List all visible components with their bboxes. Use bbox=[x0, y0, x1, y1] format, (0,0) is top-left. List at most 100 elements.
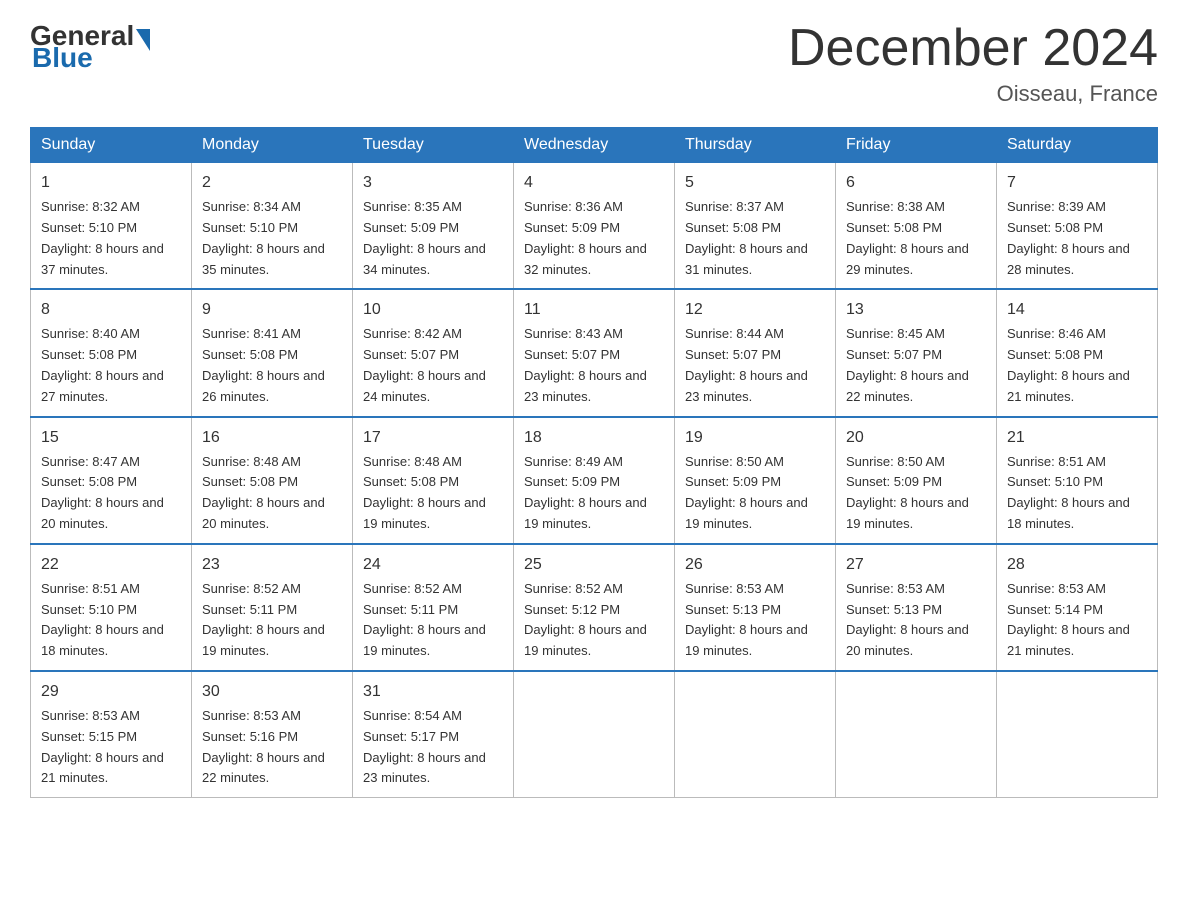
day-number: 7 bbox=[1007, 171, 1147, 195]
day-info: Sunrise: 8:49 AMSunset: 5:09 PMDaylight:… bbox=[524, 452, 664, 535]
day-info: Sunrise: 8:46 AMSunset: 5:08 PMDaylight:… bbox=[1007, 324, 1147, 407]
day-info: Sunrise: 8:50 AMSunset: 5:09 PMDaylight:… bbox=[846, 452, 986, 535]
day-number: 21 bbox=[1007, 426, 1147, 450]
calendar-cell: 10Sunrise: 8:42 AMSunset: 5:07 PMDayligh… bbox=[353, 289, 514, 416]
day-info: Sunrise: 8:41 AMSunset: 5:08 PMDaylight:… bbox=[202, 324, 342, 407]
day-info: Sunrise: 8:53 AMSunset: 5:14 PMDaylight:… bbox=[1007, 579, 1147, 662]
day-info: Sunrise: 8:52 AMSunset: 5:12 PMDaylight:… bbox=[524, 579, 664, 662]
day-info: Sunrise: 8:53 AMSunset: 5:13 PMDaylight:… bbox=[846, 579, 986, 662]
calendar-cell: 2Sunrise: 8:34 AMSunset: 5:10 PMDaylight… bbox=[192, 163, 353, 290]
calendar-cell: 13Sunrise: 8:45 AMSunset: 5:07 PMDayligh… bbox=[836, 289, 997, 416]
day-number: 3 bbox=[363, 171, 503, 195]
calendar-cell: 31Sunrise: 8:54 AMSunset: 5:17 PMDayligh… bbox=[353, 671, 514, 798]
day-number: 28 bbox=[1007, 553, 1147, 577]
location-subtitle: Oisseau, France bbox=[788, 81, 1158, 107]
calendar-cell: 29Sunrise: 8:53 AMSunset: 5:15 PMDayligh… bbox=[31, 671, 192, 798]
calendar-cell: 17Sunrise: 8:48 AMSunset: 5:08 PMDayligh… bbox=[353, 417, 514, 544]
day-number: 13 bbox=[846, 298, 986, 322]
day-number: 9 bbox=[202, 298, 342, 322]
day-info: Sunrise: 8:53 AMSunset: 5:15 PMDaylight:… bbox=[41, 706, 181, 789]
day-of-week-header: Wednesday bbox=[514, 128, 675, 163]
day-number: 27 bbox=[846, 553, 986, 577]
day-number: 31 bbox=[363, 680, 503, 704]
calendar-cell: 5Sunrise: 8:37 AMSunset: 5:08 PMDaylight… bbox=[675, 163, 836, 290]
calendar-cell: 3Sunrise: 8:35 AMSunset: 5:09 PMDaylight… bbox=[353, 163, 514, 290]
day-info: Sunrise: 8:38 AMSunset: 5:08 PMDaylight:… bbox=[846, 197, 986, 280]
calendar-cell: 6Sunrise: 8:38 AMSunset: 5:08 PMDaylight… bbox=[836, 163, 997, 290]
day-number: 30 bbox=[202, 680, 342, 704]
day-info: Sunrise: 8:35 AMSunset: 5:09 PMDaylight:… bbox=[363, 197, 503, 280]
day-number: 14 bbox=[1007, 298, 1147, 322]
calendar-table: SundayMondayTuesdayWednesdayThursdayFrid… bbox=[30, 127, 1158, 798]
day-info: Sunrise: 8:44 AMSunset: 5:07 PMDaylight:… bbox=[685, 324, 825, 407]
day-info: Sunrise: 8:53 AMSunset: 5:13 PMDaylight:… bbox=[685, 579, 825, 662]
day-of-week-header: Monday bbox=[192, 128, 353, 163]
logo-blue-text: Blue bbox=[32, 42, 93, 73]
calendar-week-row: 29Sunrise: 8:53 AMSunset: 5:15 PMDayligh… bbox=[31, 671, 1158, 798]
day-info: Sunrise: 8:52 AMSunset: 5:11 PMDaylight:… bbox=[202, 579, 342, 662]
day-number: 17 bbox=[363, 426, 503, 450]
day-of-week-header: Friday bbox=[836, 128, 997, 163]
day-number: 20 bbox=[846, 426, 986, 450]
calendar-cell: 25Sunrise: 8:52 AMSunset: 5:12 PMDayligh… bbox=[514, 544, 675, 671]
day-number: 5 bbox=[685, 171, 825, 195]
day-of-week-header: Thursday bbox=[675, 128, 836, 163]
calendar-cell: 28Sunrise: 8:53 AMSunset: 5:14 PMDayligh… bbox=[997, 544, 1158, 671]
calendar-week-row: 8Sunrise: 8:40 AMSunset: 5:08 PMDaylight… bbox=[31, 289, 1158, 416]
calendar-cell: 23Sunrise: 8:52 AMSunset: 5:11 PMDayligh… bbox=[192, 544, 353, 671]
calendar-cell bbox=[514, 671, 675, 798]
day-number: 25 bbox=[524, 553, 664, 577]
day-number: 12 bbox=[685, 298, 825, 322]
day-info: Sunrise: 8:47 AMSunset: 5:08 PMDaylight:… bbox=[41, 452, 181, 535]
day-of-week-header: Sunday bbox=[31, 128, 192, 163]
day-info: Sunrise: 8:34 AMSunset: 5:10 PMDaylight:… bbox=[202, 197, 342, 280]
day-info: Sunrise: 8:52 AMSunset: 5:11 PMDaylight:… bbox=[363, 579, 503, 662]
calendar-cell: 9Sunrise: 8:41 AMSunset: 5:08 PMDaylight… bbox=[192, 289, 353, 416]
day-number: 26 bbox=[685, 553, 825, 577]
day-number: 24 bbox=[363, 553, 503, 577]
day-of-week-header: Tuesday bbox=[353, 128, 514, 163]
calendar-cell bbox=[675, 671, 836, 798]
day-number: 22 bbox=[41, 553, 181, 577]
calendar-cell: 7Sunrise: 8:39 AMSunset: 5:08 PMDaylight… bbox=[997, 163, 1158, 290]
day-number: 10 bbox=[363, 298, 503, 322]
calendar-cell: 22Sunrise: 8:51 AMSunset: 5:10 PMDayligh… bbox=[31, 544, 192, 671]
day-info: Sunrise: 8:42 AMSunset: 5:07 PMDaylight:… bbox=[363, 324, 503, 407]
day-info: Sunrise: 8:40 AMSunset: 5:08 PMDaylight:… bbox=[41, 324, 181, 407]
day-info: Sunrise: 8:51 AMSunset: 5:10 PMDaylight:… bbox=[41, 579, 181, 662]
title-section: December 2024 Oisseau, France bbox=[788, 20, 1158, 107]
day-number: 1 bbox=[41, 171, 181, 195]
calendar-header-row: SundayMondayTuesdayWednesdayThursdayFrid… bbox=[31, 128, 1158, 163]
day-number: 29 bbox=[41, 680, 181, 704]
calendar-cell bbox=[836, 671, 997, 798]
calendar-cell bbox=[997, 671, 1158, 798]
calendar-cell: 20Sunrise: 8:50 AMSunset: 5:09 PMDayligh… bbox=[836, 417, 997, 544]
calendar-week-row: 22Sunrise: 8:51 AMSunset: 5:10 PMDayligh… bbox=[31, 544, 1158, 671]
day-info: Sunrise: 8:48 AMSunset: 5:08 PMDaylight:… bbox=[363, 452, 503, 535]
calendar-cell: 19Sunrise: 8:50 AMSunset: 5:09 PMDayligh… bbox=[675, 417, 836, 544]
calendar-cell: 21Sunrise: 8:51 AMSunset: 5:10 PMDayligh… bbox=[997, 417, 1158, 544]
day-number: 15 bbox=[41, 426, 181, 450]
calendar-cell: 11Sunrise: 8:43 AMSunset: 5:07 PMDayligh… bbox=[514, 289, 675, 416]
day-number: 19 bbox=[685, 426, 825, 450]
calendar-cell: 30Sunrise: 8:53 AMSunset: 5:16 PMDayligh… bbox=[192, 671, 353, 798]
day-number: 11 bbox=[524, 298, 664, 322]
day-info: Sunrise: 8:36 AMSunset: 5:09 PMDaylight:… bbox=[524, 197, 664, 280]
day-number: 8 bbox=[41, 298, 181, 322]
calendar-cell: 8Sunrise: 8:40 AMSunset: 5:08 PMDaylight… bbox=[31, 289, 192, 416]
calendar-cell: 16Sunrise: 8:48 AMSunset: 5:08 PMDayligh… bbox=[192, 417, 353, 544]
day-info: Sunrise: 8:39 AMSunset: 5:08 PMDaylight:… bbox=[1007, 197, 1147, 280]
day-info: Sunrise: 8:50 AMSunset: 5:09 PMDaylight:… bbox=[685, 452, 825, 535]
page-header: General Blue December 2024 Oisseau, Fran… bbox=[30, 20, 1158, 107]
calendar-cell: 4Sunrise: 8:36 AMSunset: 5:09 PMDaylight… bbox=[514, 163, 675, 290]
calendar-cell: 14Sunrise: 8:46 AMSunset: 5:08 PMDayligh… bbox=[997, 289, 1158, 416]
day-number: 18 bbox=[524, 426, 664, 450]
calendar-week-row: 1Sunrise: 8:32 AMSunset: 5:10 PMDaylight… bbox=[31, 163, 1158, 290]
day-number: 6 bbox=[846, 171, 986, 195]
day-info: Sunrise: 8:48 AMSunset: 5:08 PMDaylight:… bbox=[202, 452, 342, 535]
calendar-cell: 24Sunrise: 8:52 AMSunset: 5:11 PMDayligh… bbox=[353, 544, 514, 671]
calendar-cell: 18Sunrise: 8:49 AMSunset: 5:09 PMDayligh… bbox=[514, 417, 675, 544]
day-info: Sunrise: 8:32 AMSunset: 5:10 PMDaylight:… bbox=[41, 197, 181, 280]
month-title: December 2024 bbox=[788, 20, 1158, 77]
day-number: 2 bbox=[202, 171, 342, 195]
